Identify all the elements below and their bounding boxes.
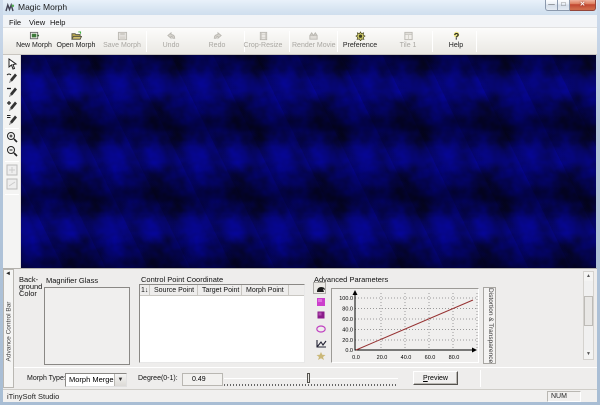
svg-text:100.0: 100.0: [339, 296, 353, 302]
svg-text:?: ?: [453, 32, 459, 41]
svg-text:40.0: 40.0: [342, 328, 353, 334]
svg-text:80.0: 80.0: [342, 307, 353, 313]
svg-text:20.0: 20.0: [342, 338, 353, 344]
svg-text:20.0: 20.0: [377, 355, 388, 361]
svg-text:40.0: 40.0: [401, 355, 412, 361]
svg-text:0.0: 0.0: [352, 355, 360, 361]
svg-text:60.0: 60.0: [342, 317, 353, 323]
svg-text:0.0: 0.0: [345, 348, 353, 354]
svg-text:60.0: 60.0: [425, 355, 436, 361]
svg-text:80.0: 80.0: [449, 355, 460, 361]
